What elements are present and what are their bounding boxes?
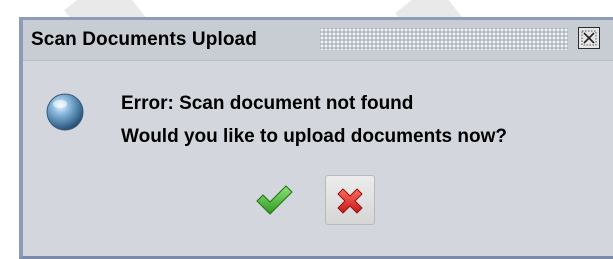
info-globe-icon bbox=[44, 91, 86, 133]
close-icon bbox=[579, 28, 599, 48]
titlebar-drag-grip[interactable] bbox=[320, 28, 568, 50]
upload-prompt-message: Would you like to upload documents now? bbox=[121, 126, 507, 147]
confirm-button[interactable] bbox=[248, 175, 298, 225]
dialog-title: Scan Documents Upload bbox=[31, 29, 257, 50]
scan-documents-dialog: Scan Documents Upload Error: Scan docume… bbox=[19, 17, 613, 259]
close-button[interactable] bbox=[578, 27, 600, 49]
error-message: Error: Scan document not found bbox=[121, 93, 414, 114]
cancel-button[interactable] bbox=[325, 175, 375, 225]
dialog-titlebar[interactable]: Scan Documents Upload bbox=[23, 20, 613, 61]
